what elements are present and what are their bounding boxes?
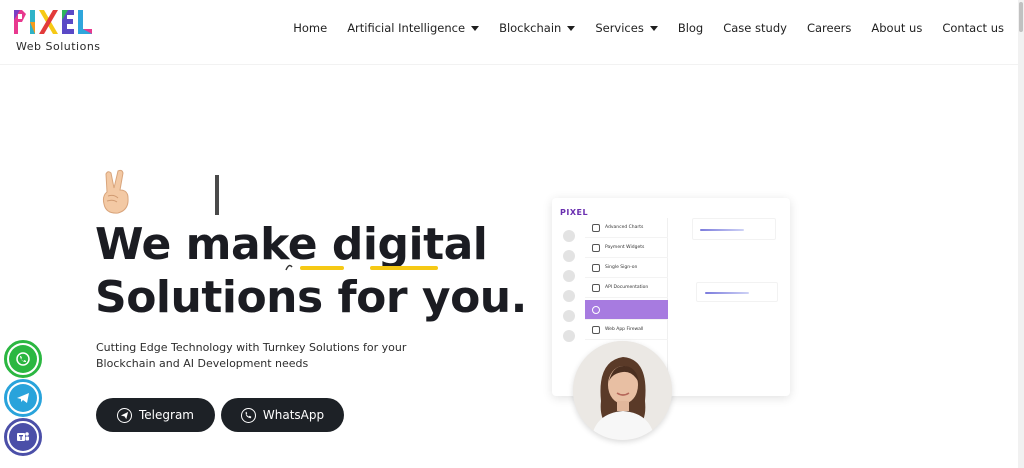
nav-about-us[interactable]: About us <box>871 18 922 38</box>
headline-highlight: digital <box>331 219 488 270</box>
highlight-underline <box>300 266 344 270</box>
mockup-menu-item: Payment Widgets <box>585 238 668 258</box>
logo-subtitle: Web Solutions <box>16 40 101 53</box>
floating-whatsapp-button[interactable] <box>4 340 42 378</box>
person-photo <box>573 341 672 440</box>
brand-logo[interactable]: Web Solutions <box>12 6 102 54</box>
mockup-progress-line <box>700 229 744 231</box>
mockup-sidebar-dot <box>563 270 575 282</box>
telegram-icon <box>9 384 37 412</box>
firewall-icon <box>592 325 600 334</box>
scrollbar-thumb[interactable] <box>1019 2 1023 32</box>
mockup-menu-label: Web App Firewall <box>605 327 644 332</box>
header-divider <box>0 64 1018 65</box>
mockup-menu-item: Web App Firewall <box>585 320 668 340</box>
nav-artificial-intelligence[interactable]: Artificial Intelligence <box>347 18 480 38</box>
hero-subtext: Cutting Edge Technology with Turnkey Sol… <box>96 341 407 370</box>
nav-blockchain-label: Blockchain <box>499 21 562 35</box>
nav-blog-label: Blog <box>677 21 704 35</box>
mockup-sidebar-dot <box>563 250 575 262</box>
telegram-icon <box>117 407 132 423</box>
mockup-progress-line <box>705 292 749 294</box>
page-scrollbar[interactable] <box>1018 0 1024 468</box>
nav-home-label: Home <box>293 21 328 35</box>
nav-services[interactable]: Services <box>595 18 658 38</box>
caret-down-icon <box>471 25 480 31</box>
nav-contact-label: Contact us <box>942 21 1004 35</box>
mockup-menu-item: Single Sign-on <box>585 258 668 278</box>
nav-services-label: Services <box>595 21 644 35</box>
mockup-card <box>696 282 778 302</box>
nav-careers-label: Careers <box>806 21 852 35</box>
main-nav: Home Artificial Intelligence Blockchain … <box>273 18 1004 38</box>
teams-icon <box>9 423 37 451</box>
hero-headline: We make digital Solutions for you. <box>95 218 527 324</box>
widget-icon <box>592 243 600 252</box>
nav-blog[interactable]: Blog <box>678 18 703 38</box>
telegram-button[interactable]: Telegram <box>96 398 215 432</box>
mockup-menu-item: Advanced Charts <box>585 218 668 238</box>
victory-hand-icon <box>102 169 129 214</box>
mockup-menu-item-active <box>585 300 668 320</box>
telegram-button-label: Telegram <box>139 408 194 422</box>
nav-contact-us[interactable]: Contact us <box>942 18 1004 38</box>
mockup-menu-label: Single Sign-on <box>605 265 638 270</box>
mockup-card <box>692 218 776 240</box>
mockup-menu-label: Payment Widgets <box>605 245 645 250</box>
nav-about-label: About us <box>871 21 923 35</box>
whatsapp-button-label: WhatsApp <box>262 408 325 422</box>
typing-cursor <box>215 175 219 215</box>
nav-careers[interactable]: Careers <box>807 18 851 38</box>
nav-case-study[interactable]: Case study <box>723 18 787 38</box>
target-icon <box>592 305 600 314</box>
floating-teams-button[interactable] <box>4 418 42 456</box>
whatsapp-button[interactable]: WhatsApp <box>221 398 344 432</box>
woman-portrait-image <box>573 341 672 440</box>
sign-in-icon <box>592 263 600 272</box>
mockup-sidebar-dot <box>563 330 575 342</box>
caret-down-icon <box>649 25 658 31</box>
mockup-menu-label: Advanced Charts <box>605 225 644 230</box>
caret-down-icon <box>567 25 576 31</box>
site-header: Web Solutions Home Artificial Intelligen… <box>0 0 1018 62</box>
nav-ai-label: Artificial Intelligence <box>347 21 466 35</box>
nav-case-study-label: Case study <box>723 21 787 35</box>
mockup-sidebar-dot <box>563 290 575 302</box>
logo-wordmark <box>14 10 92 34</box>
headline-part-2: Solutions for you. <box>95 272 527 323</box>
highlight-underline <box>370 266 438 270</box>
mockup-menu-item: API Documentation <box>585 278 668 298</box>
chart-icon <box>592 223 600 232</box>
whatsapp-icon <box>9 345 37 373</box>
mockup-logo: PIXEL <box>560 208 589 217</box>
mockup-menu-label: API Documentation <box>605 285 649 290</box>
nav-home[interactable]: Home <box>293 18 327 38</box>
mockup-sidebar-dot <box>563 310 575 322</box>
squiggle-decoration <box>285 264 293 271</box>
nav-blockchain[interactable]: Blockchain <box>499 18 576 38</box>
mockup-sidebar-dot <box>563 230 575 242</box>
document-icon <box>592 283 600 292</box>
whatsapp-icon <box>240 407 256 423</box>
floating-telegram-button[interactable] <box>4 379 42 417</box>
